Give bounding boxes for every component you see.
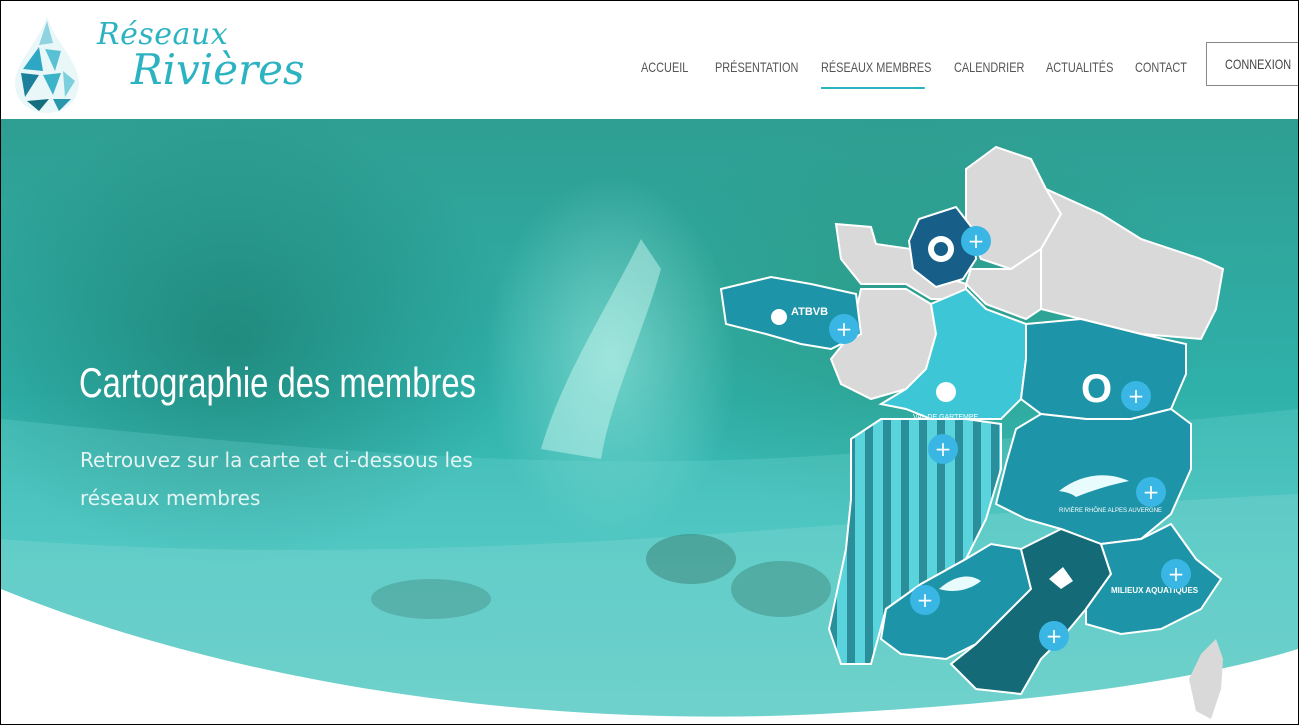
logo-atbvb-icon bbox=[771, 309, 787, 325]
hero-section: Cartographie des membres Retrouvez sur l… bbox=[1, 119, 1298, 724]
nav-accueil[interactable]: ACCUEIL bbox=[641, 59, 699, 75]
logo-milieux-text: MILIEUX AQUATIQUES bbox=[1111, 586, 1199, 595]
nav-presentation[interactable]: PRÉSENTATION bbox=[715, 59, 798, 75]
plus-button-bourgogne[interactable]: + bbox=[1121, 381, 1151, 411]
login-button[interactable]: CONNEXION bbox=[1206, 42, 1298, 86]
plus-icon: + bbox=[1143, 480, 1160, 504]
region-corse[interactable] bbox=[1189, 639, 1223, 719]
region-grand-est[interactable] bbox=[1040, 186, 1225, 341]
page-frame: Réseaux Rivières ACCUEIL PRÉSENTATION RÉ… bbox=[0, 0, 1299, 725]
plus-icon: + bbox=[1168, 562, 1185, 586]
logo-rhone-text: RIVIÈRE RHÔNE ALPES AUVERGNE bbox=[1059, 507, 1162, 514]
site-header: Réseaux Rivières ACCUEIL PRÉSENTATION RÉ… bbox=[1, 1, 1298, 119]
plus-button-occitanie-west[interactable]: + bbox=[910, 585, 940, 615]
logo-val-icon bbox=[936, 382, 956, 402]
nav-reseaux-membres[interactable]: RÉSEAUX MEMBRES bbox=[821, 59, 931, 89]
plus-button-centre[interactable]: + bbox=[928, 434, 958, 464]
plus-icon: + bbox=[935, 437, 952, 461]
nav-contact[interactable]: CONTACT bbox=[1135, 59, 1190, 75]
plus-icon: + bbox=[968, 229, 985, 253]
plus-button-paca[interactable]: + bbox=[1161, 559, 1191, 589]
login-button-label: CONNEXION bbox=[1225, 56, 1292, 72]
site-logo[interactable]: Réseaux Rivières bbox=[9, 11, 309, 115]
plus-button-bretagne[interactable]: + bbox=[829, 314, 859, 344]
water-drop-icon bbox=[15, 17, 79, 113]
plus-button-rhone[interactable]: + bbox=[1136, 477, 1166, 507]
france-regions-map: ATBVB VAL DE GARTEMPE O RIVIÈRE RHÔNE AL… bbox=[719, 145, 1225, 719]
logo-o-text: O bbox=[1081, 367, 1112, 411]
logo-atbvb-text: ATBVB bbox=[791, 306, 828, 318]
logo-text-rivieres: Rivières bbox=[131, 45, 305, 94]
plus-icon: + bbox=[836, 317, 853, 341]
plus-icon: + bbox=[917, 588, 934, 612]
plus-button-occitanie-east[interactable]: + bbox=[1039, 621, 1069, 651]
nav-actualites[interactable]: ACTUALITÉS bbox=[1046, 59, 1115, 75]
plus-icon: + bbox=[1046, 624, 1063, 648]
main-nav: ACCUEIL PRÉSENTATION RÉSEAUX MEMBRES CAL… bbox=[641, 53, 1205, 89]
nav-calendrier[interactable]: CALENDRIER bbox=[954, 59, 1026, 75]
plus-icon: + bbox=[1128, 384, 1145, 408]
plus-button-idf[interactable]: + bbox=[961, 226, 991, 256]
